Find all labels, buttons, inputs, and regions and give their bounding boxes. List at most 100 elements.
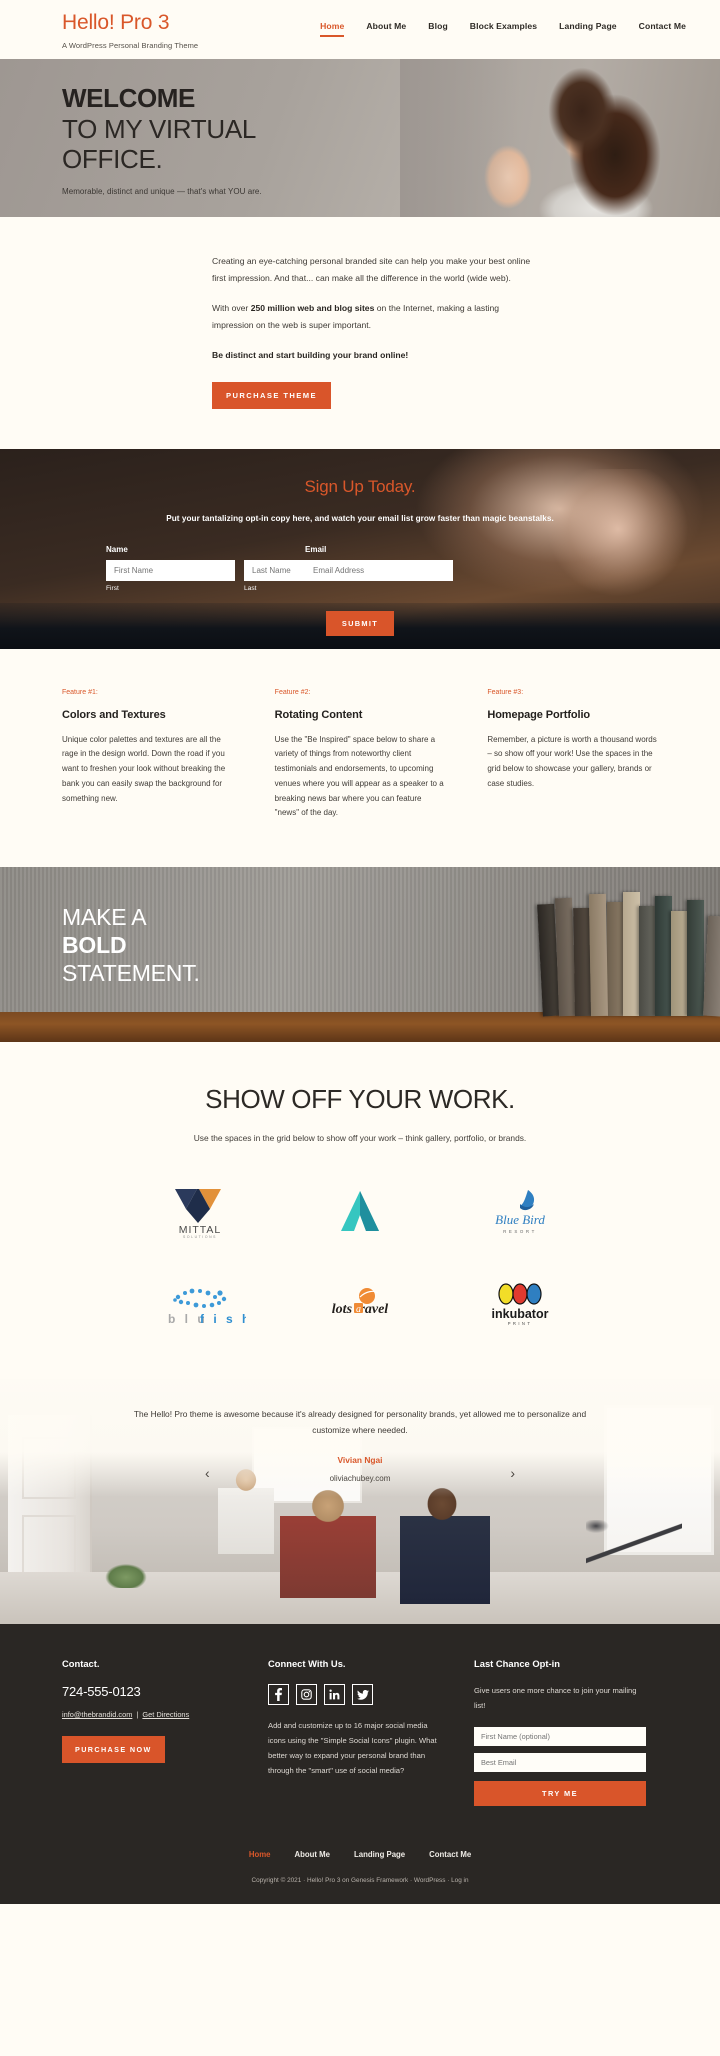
- intro-column: Creating an eye-catching personal brande…: [178, 253, 542, 409]
- testimonial-prev-arrow[interactable]: ‹: [205, 1465, 210, 1481]
- testimonial-site: oliviachubey.com: [329, 1474, 391, 1484]
- connect-widget-body: Add and customize up to 16 major social …: [268, 1721, 437, 1775]
- portfolio-item-mittal[interactable]: MITTAL SOLUTIONS: [163, 1177, 237, 1245]
- optin-content: Sign Up Today. Put your tantalizing opt-…: [0, 449, 720, 636]
- nav-item-home[interactable]: Home: [320, 21, 345, 39]
- name-field-group: Name First Last: [106, 544, 373, 592]
- blufish-logo-icon: b l u f i s h: [168, 1288, 246, 1326]
- email-input[interactable]: [305, 559, 453, 581]
- facebook-icon[interactable]: [268, 1684, 289, 1706]
- credits-wordpress-link[interactable]: WordPress: [414, 1877, 446, 1884]
- feature-card-3: Feature #3: Homepage Portfolio Remember,…: [487, 689, 658, 822]
- optin-form[interactable]: Name First Last Email: [106, 545, 614, 592]
- credits-theme-link[interactable]: Hello! Pro 3: [307, 1877, 340, 1884]
- intro-section: Creating an eye-catching personal brande…: [0, 217, 720, 449]
- portfolio-logo-grid: MITTAL SOLUTIONS Blue Bird RESORT b l u …: [0, 1177, 720, 1339]
- intro-paragraph-3: Be distinct and start building your bran…: [212, 350, 409, 360]
- bold-statement-banner: MAKE A BOLD STATEMENT.: [0, 867, 720, 1043]
- facebook-glyph: [275, 1688, 282, 1702]
- nav-item-contact-me[interactable]: Contact Me: [639, 21, 686, 39]
- hero-headline-line3: OFFICE.: [62, 144, 163, 175]
- bold-line1: MAKE A: [62, 904, 147, 931]
- site-title[interactable]: Hello! Pro 3: [62, 11, 198, 34]
- email-field-group: Email: [305, 545, 453, 592]
- first-name-wrap: First: [106, 559, 235, 592]
- purchase-now-button[interactable]: PURCHASE NOW: [62, 1736, 165, 1764]
- intro-p2-bold: 250 million web and blog sites: [250, 303, 375, 313]
- branding: Hello! Pro 3 A WordPress Personal Brandi…: [62, 9, 198, 50]
- contact-phone[interactable]: 724-555-0123: [62, 1684, 234, 1699]
- portfolio-item-bluebird[interactable]: Blue Bird RESORT: [474, 1177, 566, 1245]
- contact-widget-title: Contact.: [62, 1658, 100, 1670]
- svg-text:a: a: [356, 1304, 361, 1315]
- feature-1-title: Colors and Textures: [62, 708, 166, 721]
- site-header: Hello! Pro 3 A WordPress Personal Brandi…: [0, 0, 720, 59]
- footer-nav-about-me[interactable]: About Me: [295, 1850, 331, 1859]
- feature-1-eyebrow: Feature #1:: [62, 688, 98, 696]
- feature-card-2: Feature #2: Rotating Content Use the "Be…: [275, 689, 446, 822]
- svg-text:SOLUTIONS: SOLUTIONS: [183, 1235, 217, 1239]
- credits-login-link[interactable]: Log in: [451, 1877, 468, 1884]
- email-label: Email: [305, 544, 327, 554]
- purchase-theme-button[interactable]: PURCHASE THEME: [212, 381, 331, 409]
- portfolio-item-lotsatravel[interactable]: lots travel a: [314, 1271, 406, 1339]
- footer-optin-title: Last Chance Opt-in: [474, 1658, 560, 1670]
- intro-paragraph-2: With over 250 million web and blog sites…: [212, 300, 542, 333]
- name-label: Name: [106, 544, 128, 554]
- contact-links: info@thebrandid.com | Get Directions: [62, 1710, 234, 1719]
- optin-submit-button[interactable]: SUBMIT: [325, 610, 395, 636]
- social-icons-row: [268, 1684, 440, 1706]
- footer-optin-body: Give users one more chance to join your …: [474, 1686, 637, 1711]
- footer-nav-landing-page[interactable]: Landing Page: [354, 1850, 405, 1859]
- name-inputs: First Last: [106, 559, 373, 592]
- portfolio-item-blufish[interactable]: b l u f i s h: [154, 1271, 246, 1339]
- testimonial-next-arrow[interactable]: ›: [510, 1465, 515, 1481]
- footer-navigation[interactable]: Home About Me Landing Page Contact Me: [0, 1850, 720, 1859]
- hero-subtitle: Memorable, distinct and unique — that's …: [62, 187, 262, 197]
- hero-content: WELCOME TO MY VIRTUAL OFFICE. Memorable,…: [0, 59, 720, 196]
- twitter-icon[interactable]: [352, 1684, 373, 1706]
- site-footer: Home About Me Landing Page Contact Me Co…: [0, 1835, 720, 1904]
- nav-item-landing-page[interactable]: Landing Page: [559, 21, 617, 39]
- lotsatravel-logo-icon: lots travel a: [332, 1288, 388, 1317]
- office-person-plaid: [280, 1488, 376, 1599]
- footer-credits: Copyright © 2021 · Hello! Pro 3 on Genes…: [0, 1877, 720, 1884]
- hero-headline-line2: TO MY VIRTUAL: [62, 113, 257, 144]
- footer-nav-contact-me[interactable]: Contact Me: [429, 1850, 471, 1859]
- instagram-icon[interactable]: [296, 1684, 317, 1706]
- showcase-section: SHOW OFF YOUR WORK. Use the spaces in th…: [0, 1042, 720, 1380]
- footer-email-input[interactable]: [474, 1752, 646, 1772]
- try-me-button[interactable]: TRY ME: [474, 1780, 646, 1806]
- footer-widget-contact: Contact. 724-555-0123 info@thebrandid.co…: [62, 1658, 234, 1806]
- portfolio-item-inkubator[interactable]: inkubator PRINT: [480, 1271, 560, 1339]
- svg-text:inkubator: inkubator: [492, 1307, 549, 1321]
- credits-genesis-link[interactable]: Genesis Framework: [351, 1877, 408, 1884]
- first-name-input[interactable]: [106, 559, 235, 581]
- feature-3-eyebrow: Feature #3:: [487, 688, 524, 696]
- instagram-glyph: [301, 1689, 312, 1701]
- mittal-logo-icon: MITTAL SOLUTIONS: [175, 1189, 221, 1239]
- feature-2-eyebrow: Feature #2:: [274, 688, 311, 696]
- contact-email-link[interactable]: info@thebrandid.com: [62, 1710, 132, 1719]
- first-name-sublabel: First: [106, 584, 119, 592]
- intro-p2-pre: With over: [212, 303, 251, 313]
- feature-1-body: Unique color palettes and textures are a…: [62, 734, 226, 803]
- contact-link-separator: |: [134, 1710, 141, 1720]
- bold-banner-text: MAKE A BOLD STATEMENT.: [0, 867, 720, 987]
- feature-3-body: Remember, a picture is worth a thousand …: [487, 734, 657, 788]
- linkedin-icon[interactable]: [324, 1684, 345, 1706]
- twitter-glyph: [356, 1689, 369, 1700]
- bold-line3: STATEMENT.: [62, 960, 200, 987]
- footer-first-name-input[interactable]: [474, 1726, 646, 1746]
- nav-item-blog[interactable]: Blog: [428, 21, 448, 39]
- svg-text:Blue Bird: Blue Bird: [495, 1212, 545, 1227]
- inkubator-logo-icon: inkubator PRINT: [492, 1283, 549, 1326]
- portfolio-item-letter-a[interactable]: [332, 1177, 388, 1245]
- primary-navigation[interactable]: Home About Me Blog Block Examples Landin…: [320, 9, 686, 39]
- nav-item-about-me[interactable]: About Me: [366, 21, 406, 39]
- get-directions-link[interactable]: Get Directions: [142, 1710, 189, 1719]
- nav-item-block-examples[interactable]: Block Examples: [470, 21, 537, 39]
- footer-nav-home[interactable]: Home: [249, 1850, 271, 1859]
- bold-line2: BOLD: [62, 932, 127, 959]
- feature-2-title: Rotating Content: [274, 708, 363, 721]
